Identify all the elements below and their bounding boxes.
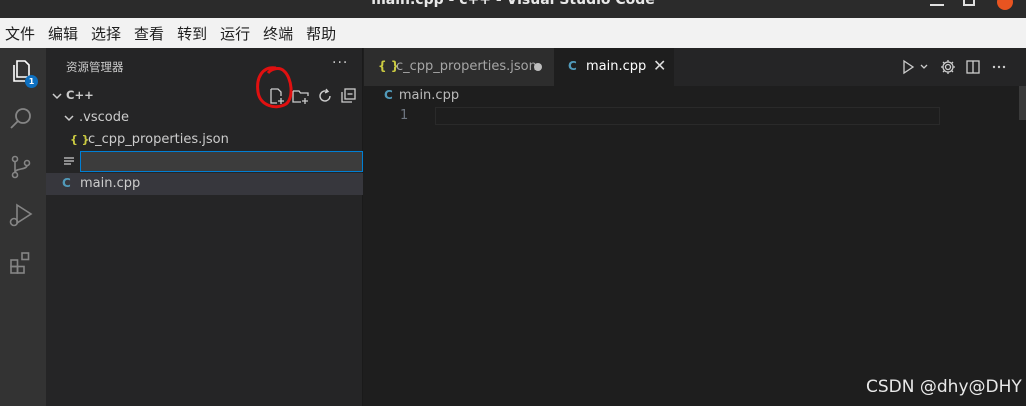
new-folder-icon[interactable] [292,87,310,105]
menu-view[interactable]: 查看 [134,23,164,44]
tree-item-json[interactable]: { } c_cpp_properties.json [46,129,363,151]
tree-item-label: .vscode [79,110,129,125]
source-control-icon[interactable] [8,154,38,184]
tree-item-label: c_cpp_properties.json [88,132,229,147]
explorer-badge: 1 [25,75,38,88]
tree-item-main-cpp[interactable]: C main.cpp [46,173,363,195]
new-file-icon[interactable] [268,87,286,105]
minimize-icon[interactable] [930,0,944,6]
close-tab-icon[interactable]: ✕ [653,56,666,75]
tab-label: main.cpp [586,59,647,74]
watermark: CSDN @dhy@DHY [866,377,1022,397]
unsaved-dot-icon[interactable] [534,63,542,71]
more-actions-icon[interactable] [991,59,1007,75]
folder-name: C++ [66,88,94,102]
menu-edit[interactable]: 编辑 [48,23,78,44]
breadcrumb-label: main.cpp [398,88,460,103]
run-debug-icon[interactable] [8,202,38,232]
more-actions-icon[interactable]: ··· [332,55,348,71]
chevron-down-icon [64,115,74,122]
refresh-icon[interactable] [316,87,334,105]
run-dropdown-chevron-icon[interactable] [916,59,928,75]
menu-file[interactable]: 文件 [5,23,35,44]
collapse-all-icon[interactable] [340,87,358,105]
tree-item-label: main.cpp [80,176,141,191]
chevron-down-icon [52,93,62,100]
tab-c-cpp-properties[interactable]: { } c_cpp_properties.json [364,48,554,86]
scrollbar[interactable] [1019,86,1026,120]
cpp-file-icon: C [62,176,71,190]
close-window-icon[interactable] [997,0,1013,10]
editor-current-line[interactable] [435,107,940,125]
tree-item-vscode[interactable]: .vscode [46,107,363,129]
maximize-icon[interactable] [963,0,975,6]
breadcrumb[interactable]: Cmain.cpp [384,88,459,103]
split-editor-icon[interactable] [965,59,981,75]
json-file-icon: { } [70,133,90,146]
menu-terminal[interactable]: 终端 [263,23,293,44]
tab-main-cpp[interactable]: C main.cpp ✕ [554,48,674,86]
menu-go[interactable]: 转到 [177,23,207,44]
text-file-icon [64,157,74,165]
new-file-name-input[interactable] [80,151,363,172]
editor-tab-bar: { } c_cpp_properties.json C main.cpp ✕ [364,48,1026,86]
menu-selection[interactable]: 选择 [91,23,121,44]
line-number: 1 [400,108,409,123]
menu-help[interactable]: 帮助 [306,23,336,44]
activity-bar: 1 [0,48,46,406]
title-bar: main.cpp - c++ - Visual Studio Code [0,0,1026,18]
run-icon[interactable] [900,59,916,75]
gear-icon[interactable] [940,59,956,75]
cpp-file-icon: C [384,88,393,102]
explorer-title: 资源管理器 [66,60,124,74]
window-title: main.cpp - c++ - Visual Studio Code [371,0,655,8]
menu-run[interactable]: 运行 [220,23,250,44]
cpp-file-icon: C [568,59,577,73]
menu-bar: 文件 编辑 选择 查看 转到 运行 终端 帮助 [0,18,1026,48]
search-icon[interactable] [8,106,38,136]
extensions-icon[interactable] [8,250,38,280]
tab-label: c_cpp_properties.json [396,59,537,74]
